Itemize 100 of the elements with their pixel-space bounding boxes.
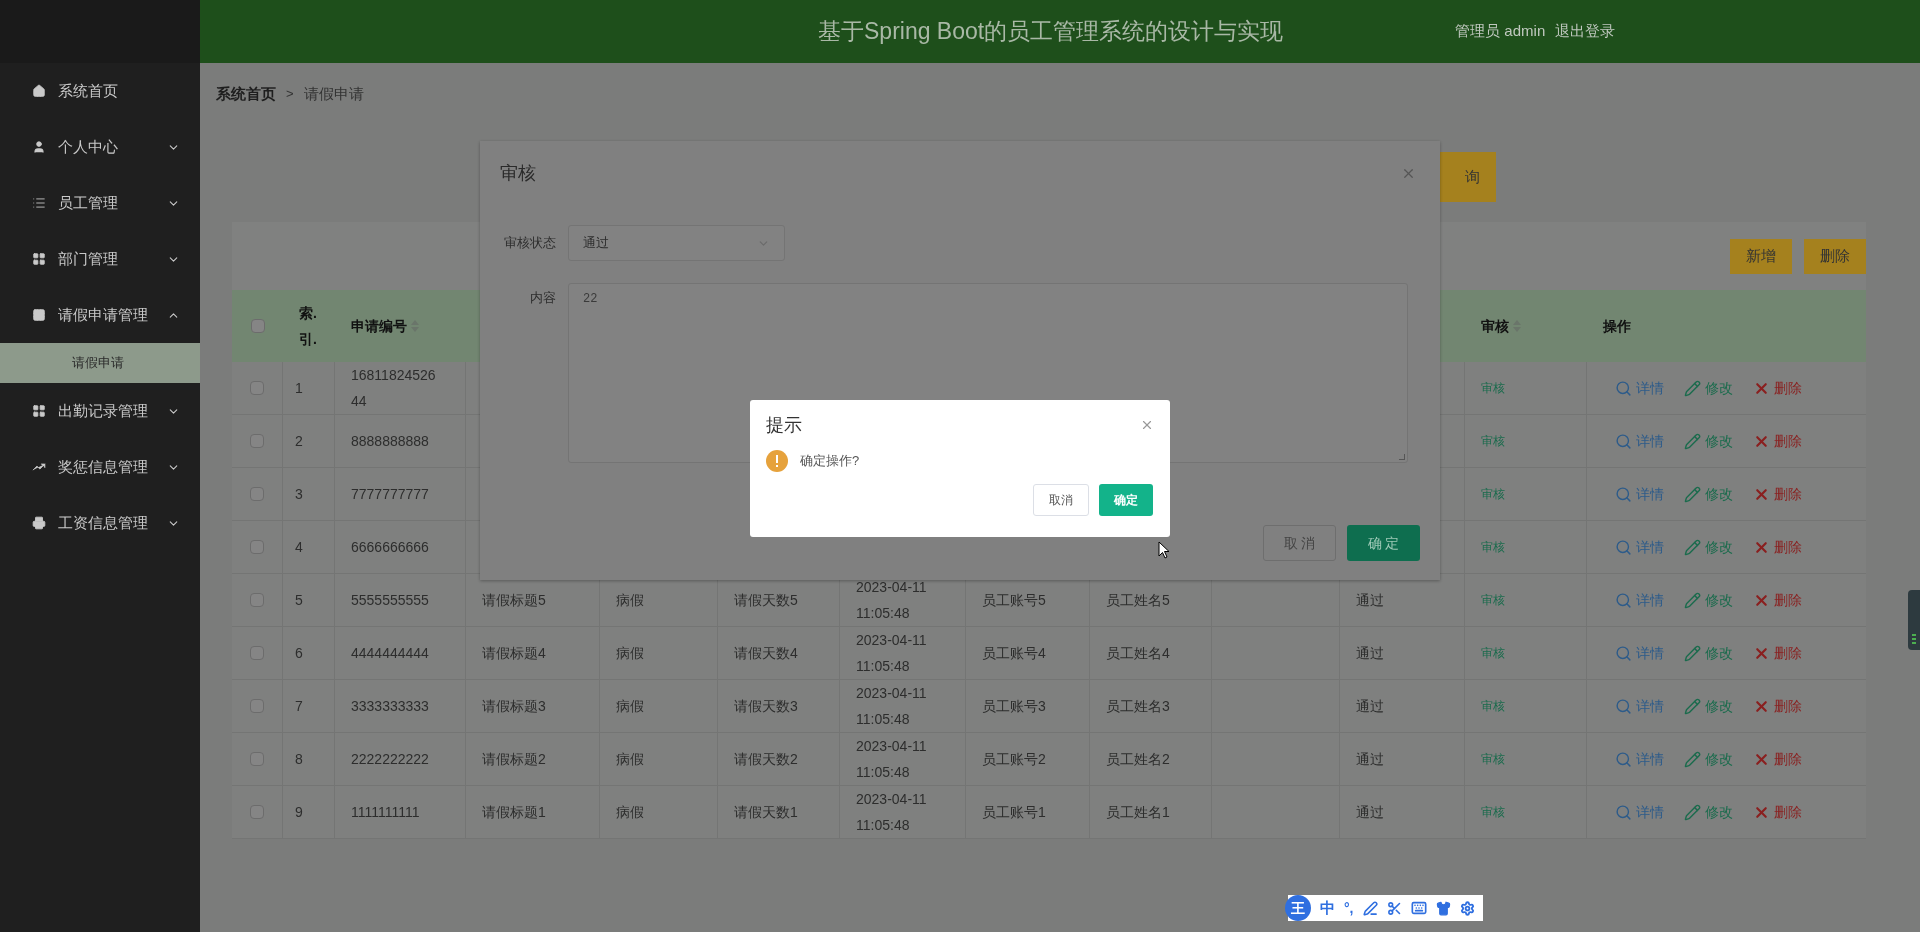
table-cell-text: 员工姓名4 (1106, 644, 1170, 663)
sidebar-item[interactable]: 部门管理 (0, 231, 200, 287)
submenu-item[interactable]: 请假申请 (0, 343, 200, 383)
action-link[interactable]: 详情 (1615, 695, 1664, 717)
checkbox[interactable] (250, 434, 264, 448)
sidebar-item[interactable]: 请假申请管理 (0, 287, 200, 343)
table-cell-text: 病假 (616, 697, 644, 716)
action-link[interactable]: 详情 (1615, 536, 1664, 558)
ime-mode-toggle[interactable]: 中 (1320, 896, 1335, 920)
action-link[interactable]: 删除 (1753, 748, 1802, 770)
pencil-icon (1684, 538, 1701, 556)
scissors-icon[interactable] (1386, 900, 1402, 916)
checkbox[interactable] (250, 319, 265, 333)
checkbox[interactable] (250, 805, 264, 819)
action-link[interactable]: 删除 (1753, 430, 1802, 452)
printer-icon (32, 516, 46, 530)
action-link[interactable]: 详情 (1615, 748, 1664, 770)
action-link[interactable]: 删除 (1753, 642, 1802, 664)
pen-icon[interactable] (1362, 900, 1378, 916)
action-link[interactable]: 详情 (1615, 483, 1664, 505)
checkbox[interactable] (250, 646, 264, 660)
sidebar-item[interactable]: 员工管理 (0, 175, 200, 231)
search-icon (1615, 538, 1632, 556)
toolbar-button[interactable]: 删除 (1804, 238, 1866, 274)
table-cell-text: 通过 (1356, 591, 1384, 610)
action-link[interactable]: 删除 (1753, 536, 1802, 558)
checkbox[interactable] (250, 540, 264, 554)
search-icon (1615, 485, 1632, 503)
action-link[interactable]: 详情 (1615, 430, 1664, 452)
table-cell-text: 2023-04-11 11:05:48 (856, 790, 928, 835)
table-cell-text: 病假 (616, 750, 644, 769)
action-link[interactable]: 详情 (1615, 642, 1664, 664)
audit-link[interactable]: 审核 (1481, 750, 1505, 768)
table-cell-text: 7 (295, 696, 303, 716)
breadcrumb-separator: > (286, 85, 294, 104)
settings-icon[interactable] (1459, 900, 1475, 916)
app-title: 基于Spring Boot的员工管理系统的设计与实现 (818, 17, 1284, 47)
cancel-button[interactable]: 取消 (1033, 484, 1089, 516)
action-link[interactable]: 删除 (1753, 695, 1802, 717)
punctuation-toggle[interactable]: °, (1344, 897, 1354, 919)
table-cell-text: 2 (295, 431, 303, 451)
sidebar-item[interactable]: 个人中心 (0, 119, 200, 175)
action-link[interactable]: 详情 (1615, 377, 1664, 399)
checkbox[interactable] (250, 699, 264, 713)
checkbox[interactable] (250, 381, 264, 395)
action-link[interactable]: 修改 (1684, 589, 1733, 611)
confirm-button[interactable]: 确定 (1099, 484, 1153, 516)
confirm-button[interactable]: 确 定 (1347, 525, 1420, 561)
shirt-icon[interactable] (1435, 900, 1451, 916)
checkbox[interactable] (250, 752, 264, 766)
action-link[interactable]: 修改 (1684, 377, 1733, 399)
action-link[interactable]: 详情 (1615, 801, 1664, 823)
table-cell-text: 请假标题1 (482, 803, 546, 822)
search-icon (1615, 591, 1632, 609)
user-label: 管理员 admin (1455, 21, 1546, 42)
action-link[interactable]: 删除 (1753, 589, 1802, 611)
list-icon (32, 196, 46, 210)
action-link[interactable]: 修改 (1684, 536, 1733, 558)
action-link[interactable]: 删除 (1753, 377, 1802, 399)
audit-link[interactable]: 审核 (1481, 379, 1505, 397)
action-link[interactable]: 修改 (1684, 748, 1733, 770)
action-link[interactable]: 删除 (1753, 483, 1802, 505)
side-widget-icon[interactable] (1908, 590, 1920, 650)
sidebar-item[interactable]: 出勤记录管理 (0, 383, 200, 439)
cancel-button[interactable]: 取 消 (1263, 525, 1336, 561)
table-cell-text: 员工账号3 (982, 697, 1046, 716)
action-link[interactable]: 详情 (1615, 589, 1664, 611)
sidebar-item[interactable]: 系统首页 (0, 63, 200, 119)
toolbar-button[interactable]: 新增 (1730, 238, 1792, 274)
field-label: 审核状态 (503, 234, 557, 252)
table-cell-text: 2023-04-11 11:05:48 (856, 737, 928, 782)
audit-link[interactable]: 审核 (1481, 538, 1505, 556)
action-link[interactable]: 修改 (1684, 642, 1733, 664)
logout-link[interactable]: 退出登录 (1555, 20, 1616, 43)
breadcrumb-current: 请假申请 (303, 83, 364, 104)
checkbox[interactable] (250, 487, 264, 501)
table-cell-text: 员工账号1 (982, 803, 1046, 822)
action-link[interactable]: 修改 (1684, 483, 1733, 505)
action-link[interactable]: 修改 (1684, 695, 1733, 717)
audit-link[interactable]: 审核 (1481, 644, 1505, 662)
audit-link[interactable]: 审核 (1481, 697, 1505, 715)
audit-link[interactable]: 审核 (1481, 485, 1505, 503)
breadcrumb-link[interactable]: 系统首页 (216, 82, 276, 106)
audit-link[interactable]: 审核 (1481, 591, 1505, 609)
sidebar-item[interactable]: 奖惩信息管理 (0, 439, 200, 495)
audit-link[interactable]: 审核 (1481, 803, 1505, 821)
checkbox[interactable] (250, 593, 264, 607)
close-icon[interactable] (1140, 418, 1154, 432)
search-icon (1615, 697, 1632, 715)
sidebar-item[interactable]: 工资信息管理 (0, 495, 200, 551)
table-cell-text: 5555555555 (351, 591, 429, 610)
action-link[interactable]: 删除 (1753, 801, 1802, 823)
table-cell-text: 3333333333 (351, 697, 429, 716)
status-select[interactable]: 通过 (568, 225, 785, 261)
audit-link[interactable]: 审核 (1481, 432, 1505, 450)
keyboard-icon[interactable] (1410, 900, 1427, 916)
table-cell-text: 5 (295, 590, 303, 610)
action-link[interactable]: 修改 (1684, 430, 1733, 452)
action-link[interactable]: 修改 (1684, 801, 1733, 823)
ime-logo[interactable]: 王 (1285, 895, 1311, 921)
